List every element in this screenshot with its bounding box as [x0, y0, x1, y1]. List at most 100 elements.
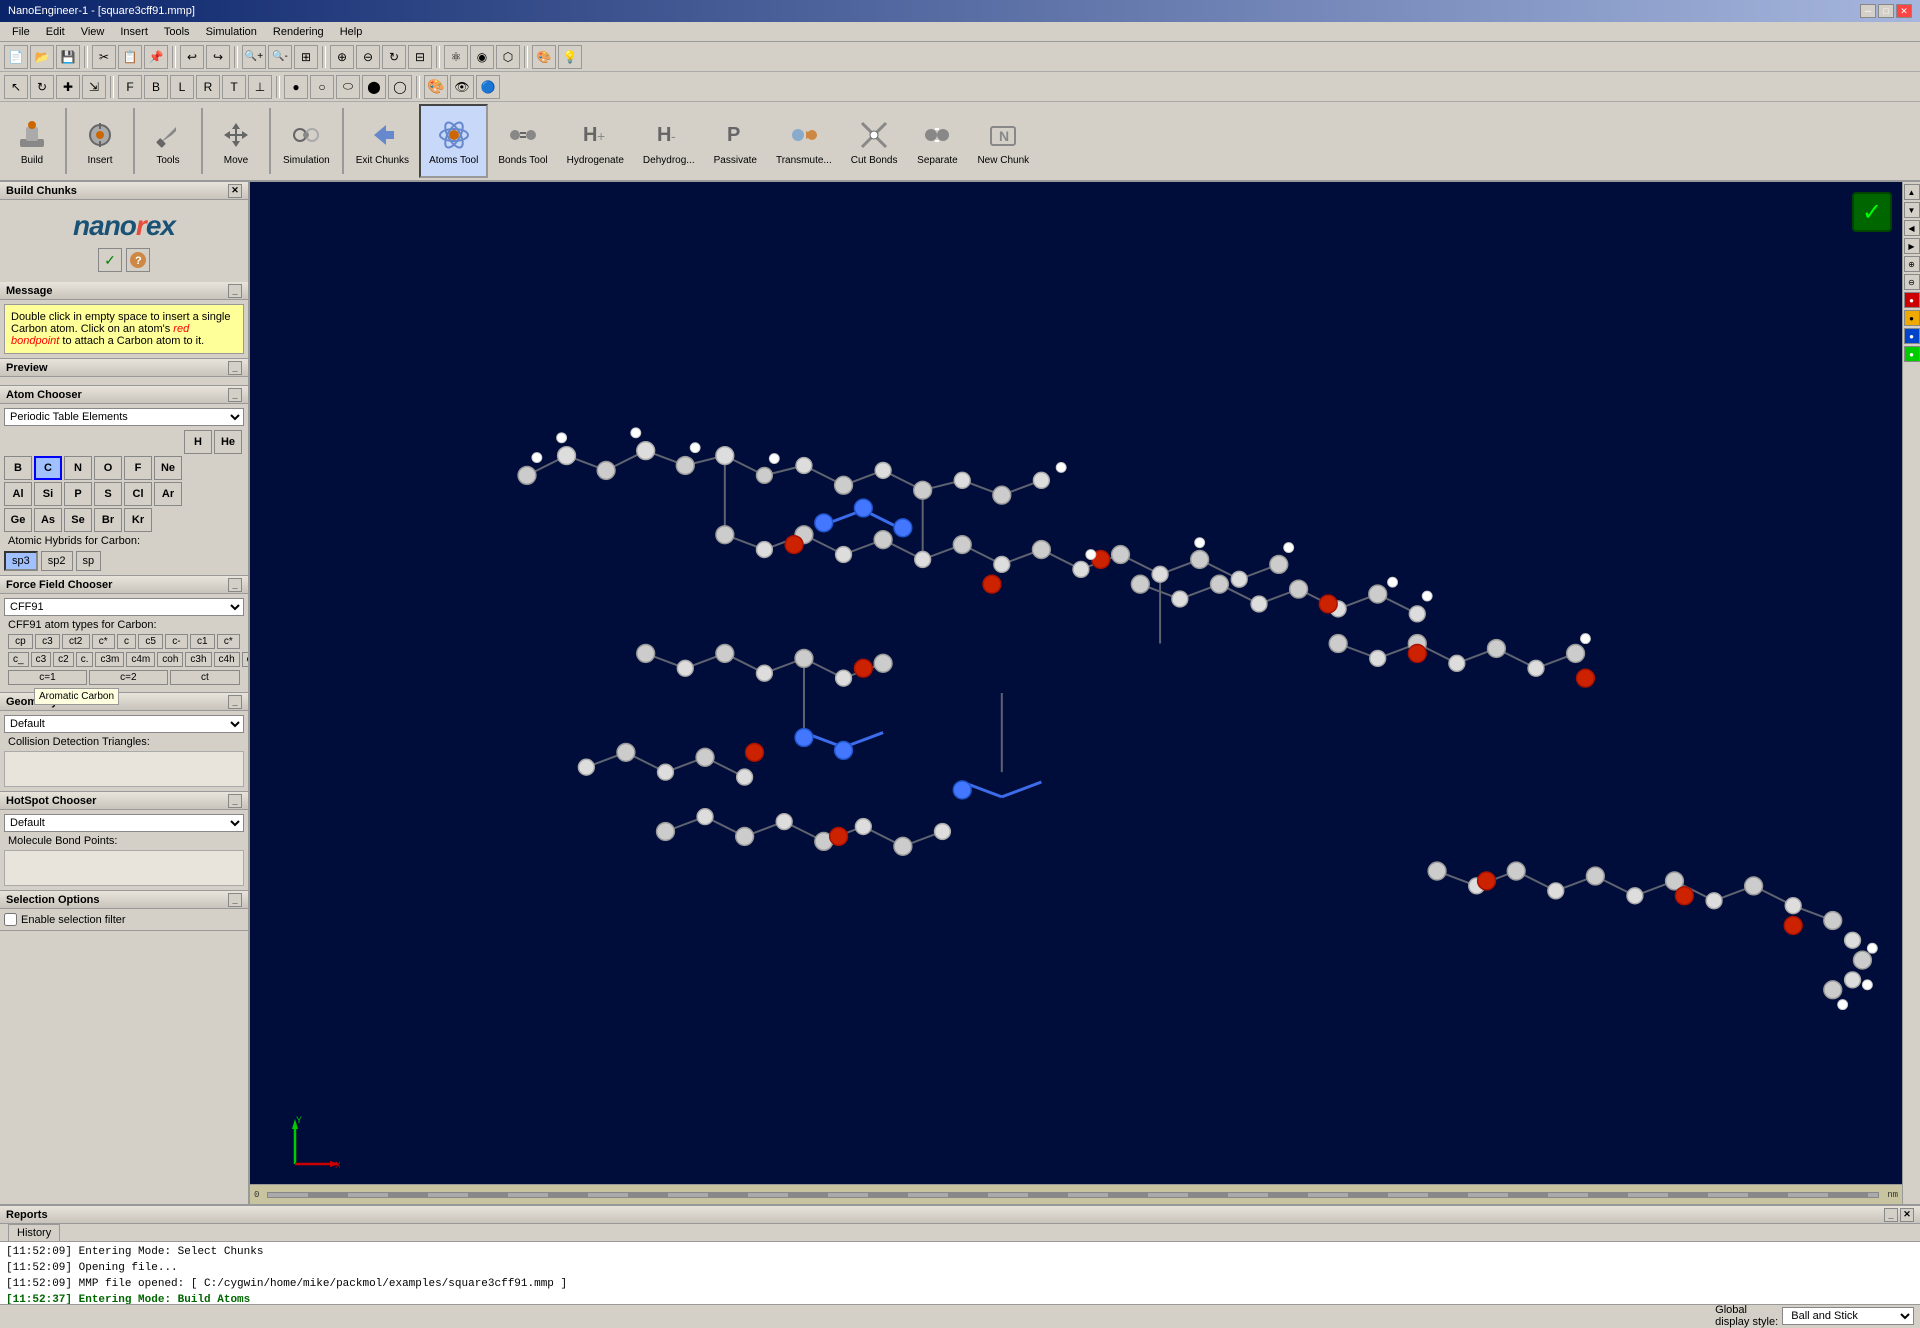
- translate2-btn[interactable]: ✚: [56, 75, 80, 99]
- atom-Ne[interactable]: Ne: [154, 456, 182, 480]
- atom-H[interactable]: H: [184, 430, 212, 454]
- reports-close-btn[interactable]: ✕: [1900, 1208, 1914, 1222]
- hybrid-sp2[interactable]: sp2: [41, 551, 73, 571]
- atom-O[interactable]: O: [94, 456, 122, 480]
- atom-Cl[interactable]: Cl: [124, 482, 152, 506]
- right-btn-4[interactable]: ▶: [1904, 238, 1920, 254]
- atype-c2[interactable]: c2: [53, 652, 74, 667]
- atype-cstar[interactable]: c*: [92, 634, 115, 649]
- deselect-btn[interactable]: ⊖: [356, 45, 380, 69]
- right-btn-6[interactable]: ⊖: [1904, 274, 1920, 290]
- atype-cminus[interactable]: c-: [165, 634, 188, 649]
- menu-file[interactable]: File: [4, 24, 38, 40]
- render-btn[interactable]: 🎨: [532, 45, 556, 69]
- checkmark-logo-btn[interactable]: ✓: [98, 248, 122, 272]
- hybrid-sp[interactable]: sp: [76, 551, 102, 571]
- rotate2-btn[interactable]: ↻: [30, 75, 54, 99]
- light-btn[interactable]: 💡: [558, 45, 582, 69]
- menu-rendering[interactable]: Rendering: [265, 24, 332, 40]
- menu-tools[interactable]: Tools: [156, 24, 198, 40]
- view-top[interactable]: T: [222, 75, 246, 99]
- history-tab-button[interactable]: History: [8, 1224, 60, 1241]
- open-btn[interactable]: 📂: [30, 45, 54, 69]
- menu-view[interactable]: View: [73, 24, 113, 40]
- display-wire[interactable]: ○: [310, 75, 334, 99]
- region-select-btn[interactable]: ◉: [470, 45, 494, 69]
- menu-help[interactable]: Help: [332, 24, 371, 40]
- atom-Al[interactable]: Al: [4, 482, 32, 506]
- atom-Kr[interactable]: Kr: [124, 508, 152, 532]
- geometry-select[interactable]: Default: [4, 715, 244, 733]
- cut-btn[interactable]: ✂: [92, 45, 116, 69]
- zoom-out-btn[interactable]: 🔍-: [268, 45, 292, 69]
- atom-Ar[interactable]: Ar: [154, 482, 182, 506]
- atom-As[interactable]: As: [34, 508, 62, 532]
- atom-He[interactable]: He: [214, 430, 242, 454]
- new-btn[interactable]: 📄: [4, 45, 28, 69]
- hide-btn[interactable]: 👁: [450, 75, 474, 99]
- atype-c4h[interactable]: c4h: [214, 652, 240, 667]
- tool-separate[interactable]: Separate: [907, 104, 967, 178]
- selection-options-collapse-btn[interactable]: _: [228, 893, 242, 907]
- hybrid-sp3[interactable]: sp3: [4, 551, 38, 571]
- menu-edit[interactable]: Edit: [38, 24, 73, 40]
- atype-c3h[interactable]: c3h: [185, 652, 211, 667]
- tool-insert[interactable]: Insert: [70, 104, 130, 178]
- atype-coh[interactable]: coh: [157, 652, 183, 667]
- atom-select-btn[interactable]: ⚛: [444, 45, 468, 69]
- atom-chooser-collapse-btn[interactable]: _: [228, 388, 242, 402]
- atype-c3m[interactable]: c3m: [95, 652, 124, 667]
- right-btn-7[interactable]: ●: [1904, 292, 1920, 308]
- preview-collapse-btn[interactable]: _: [228, 361, 242, 375]
- tool-build[interactable]: Build: [2, 104, 62, 178]
- view-left[interactable]: L: [170, 75, 194, 99]
- tool-transmute[interactable]: Transmute...: [767, 104, 841, 178]
- zoom-in-btn[interactable]: 🔍+: [242, 45, 266, 69]
- display-cpk[interactable]: ⬤: [362, 75, 386, 99]
- translate-btn[interactable]: ⊟: [408, 45, 432, 69]
- atom-N[interactable]: N: [64, 456, 92, 480]
- tool-hydrogenate[interactable]: H + Hydrogenate: [558, 104, 633, 178]
- right-btn-10[interactable]: ●: [1904, 346, 1920, 362]
- view-front[interactable]: F: [118, 75, 142, 99]
- undo-btn[interactable]: ↩: [180, 45, 204, 69]
- viewport[interactable]: Y X 0 nm ✓: [250, 182, 1902, 1204]
- atype-ceq1[interactable]: c=1: [8, 670, 87, 685]
- redo-btn[interactable]: ↪: [206, 45, 230, 69]
- atype-c3b[interactable]: c3: [31, 652, 52, 667]
- right-btn-8[interactable]: ●: [1904, 310, 1920, 326]
- display-style-select[interactable]: Ball and Stick CPK Tubes Wire: [1782, 1307, 1914, 1325]
- atom-F[interactable]: F: [124, 456, 152, 480]
- atype-c_[interactable]: c_: [8, 652, 29, 667]
- restore-button[interactable]: □: [1878, 4, 1894, 18]
- tool-tools[interactable]: Tools: [138, 104, 198, 178]
- right-btn-5[interactable]: ⊕: [1904, 256, 1920, 272]
- view-right[interactable]: R: [196, 75, 220, 99]
- tool-exit-chunks[interactable]: Exit Chunks: [347, 104, 418, 178]
- right-btn-9[interactable]: ●: [1904, 328, 1920, 344]
- hotspot-select[interactable]: Default: [4, 814, 244, 832]
- atype-ct2[interactable]: ct2: [62, 634, 90, 649]
- view-back[interactable]: B: [144, 75, 168, 99]
- display-tube[interactable]: ⬭: [336, 75, 360, 99]
- atom-Si[interactable]: Si: [34, 482, 62, 506]
- message-collapse-btn[interactable]: _: [228, 284, 242, 298]
- checkmark-button[interactable]: ✓: [1852, 192, 1892, 232]
- atype-c[interactable]: c: [117, 634, 136, 649]
- atype-cdot[interactable]: c.: [76, 652, 94, 667]
- view-bottom[interactable]: ⊥: [248, 75, 272, 99]
- panel-close-btn[interactable]: ✕: [228, 184, 242, 198]
- tool-simulation[interactable]: Simulation: [274, 104, 339, 178]
- color-btn[interactable]: 🎨: [424, 75, 448, 99]
- atom-Se[interactable]: Se: [64, 508, 92, 532]
- rotate-btn[interactable]: ↻: [382, 45, 406, 69]
- atype-c1[interactable]: c1: [190, 634, 215, 649]
- select-all-btn[interactable]: ⊕: [330, 45, 354, 69]
- force-field-collapse-btn[interactable]: _: [228, 578, 242, 592]
- atype-ct[interactable]: ct: [170, 670, 240, 685]
- close-button[interactable]: ✕: [1896, 4, 1912, 18]
- atype-c4m[interactable]: c4m: [126, 652, 155, 667]
- more-select-btn[interactable]: ⬡: [496, 45, 520, 69]
- selection-filter-checkbox[interactable]: [4, 913, 17, 926]
- hotspot-collapse-btn[interactable]: _: [228, 794, 242, 808]
